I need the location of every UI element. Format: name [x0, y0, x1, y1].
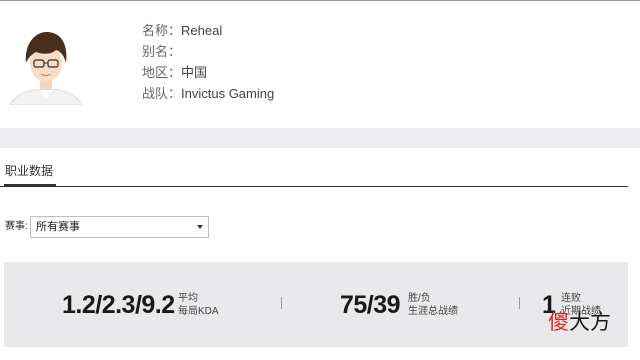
stat-streak-desc-line1: 连败: [561, 293, 581, 304]
watermark-char-rest: 大方: [569, 310, 611, 334]
stat-kda-desc: 平均 每局KDA: [178, 292, 219, 318]
watermark-text: 傻大方: [548, 309, 611, 335]
region-label: 地区：: [142, 65, 182, 80]
team-label: 战队：: [142, 86, 182, 101]
section-separator-band: [0, 128, 640, 148]
info-name: 名称：Reheal: [142, 22, 222, 40]
name-label: 名称：: [142, 23, 182, 38]
player-photo-icon: [6, 23, 86, 105]
team-value[interactable]: Invictus Gaming: [181, 86, 274, 101]
info-team: 战队：Invictus Gaming: [142, 85, 274, 103]
name-value: Reheal: [181, 23, 223, 38]
info-region: 地区：中国: [142, 64, 207, 82]
event-filter-select[interactable]: 所有赛事: [30, 216, 209, 238]
player-profile: 名称：Reheal 别名： 地区：中国 战队：Invictus Gaming: [0, 1, 640, 128]
stat-kda-desc-line2: 每局KDA: [178, 306, 219, 317]
career-stats-panel: 1.2/2.3/9.2 平均 每局KDA 75/39 胜/负 生涯总战绩 1 连…: [4, 262, 628, 347]
stat-kda-desc-line1: 平均: [178, 293, 198, 304]
stat-record-desc: 胜/负 生涯总战绩: [408, 292, 458, 318]
site-watermark: 傻大方: [548, 307, 628, 341]
caret-down-icon: [197, 225, 203, 229]
tab-career-stats[interactable]: 职业数据: [5, 163, 53, 179]
stat-record-value: 75/39: [340, 291, 401, 319]
watermark-char-red: 傻: [548, 310, 569, 334]
stat-record-desc-line2: 生涯总战绩: [408, 306, 458, 317]
tab-bar-underline: [0, 186, 628, 187]
info-alias: 别名：: [142, 43, 181, 61]
event-filter-value: 所有赛事: [36, 221, 80, 233]
stat-divider: [281, 297, 282, 309]
tab-bar: 职业数据: [0, 148, 640, 193]
tab-active-indicator: [4, 184, 56, 187]
stat-divider: [519, 297, 520, 309]
stat-kda-value: 1.2/2.3/9.2: [62, 291, 175, 319]
alias-label: 别名：: [142, 44, 182, 59]
player-avatar: [6, 23, 86, 105]
region-value: 中国: [181, 65, 208, 80]
event-filter-label: 赛事:: [5, 221, 28, 232]
stat-record-desc-line1: 胜/负: [408, 293, 431, 304]
